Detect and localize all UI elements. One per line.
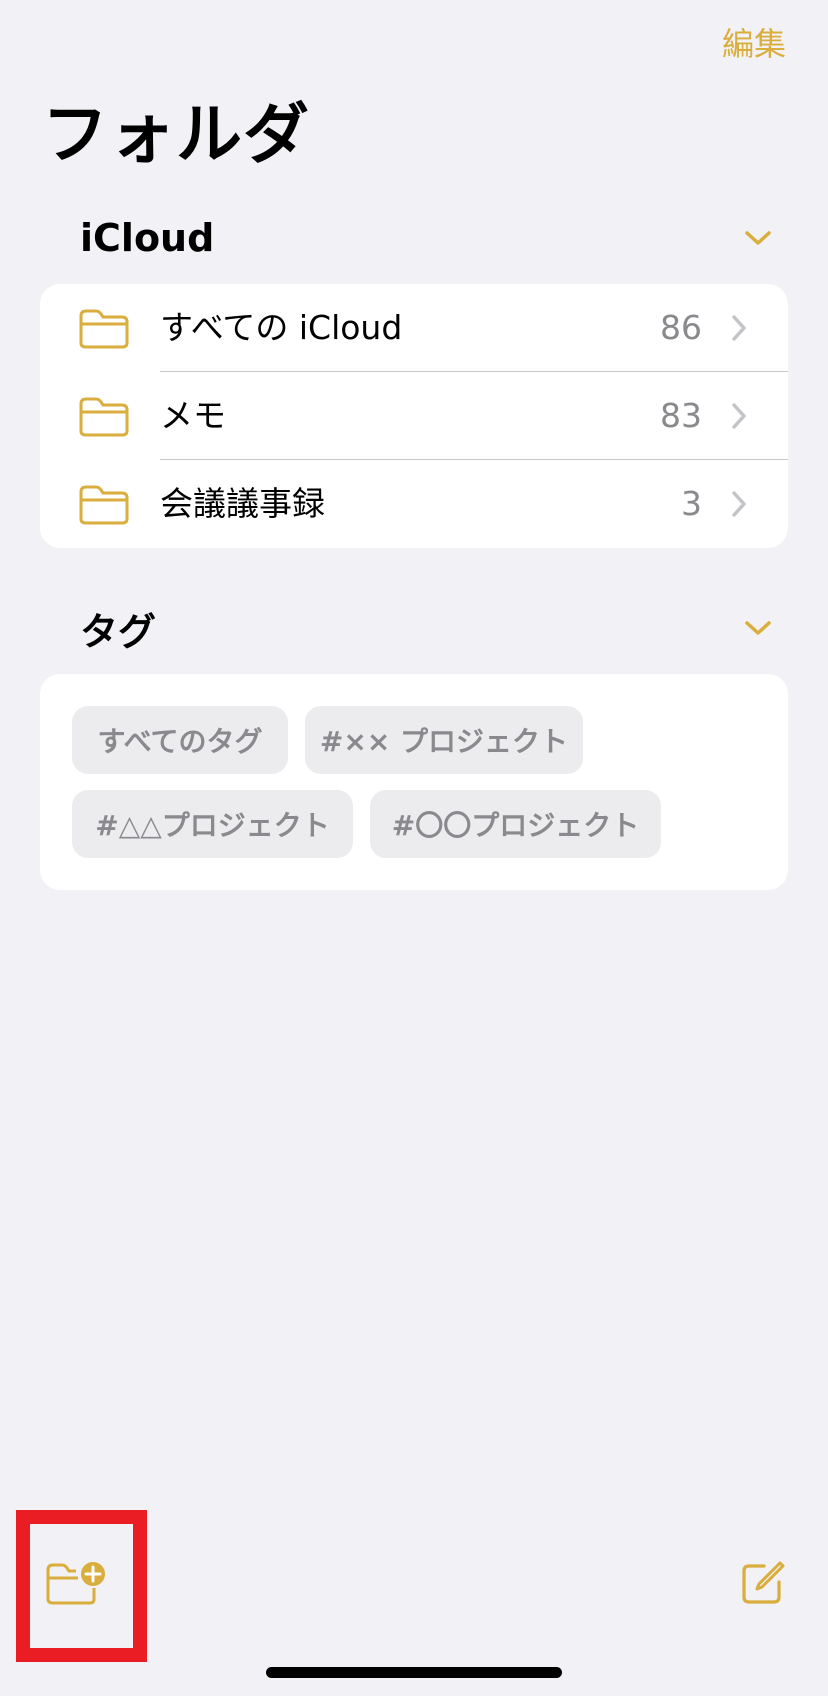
tag-chip[interactable]: #〇〇プロジェクト: [370, 790, 661, 858]
tags-section-label: タグ: [80, 609, 157, 654]
chevron-right-icon: [730, 314, 748, 342]
edit-button[interactable]: 編集: [722, 24, 786, 64]
chevron-right-icon: [730, 490, 748, 518]
compose-button[interactable]: [740, 1560, 786, 1606]
folder-row-all-icloud[interactable]: すべての iCloud 86: [40, 284, 788, 372]
folder-count: 83: [660, 396, 702, 435]
tags-section-header[interactable]: タグ: [80, 598, 788, 658]
folder-row-meeting-minutes[interactable]: 会議議事録 3: [40, 460, 788, 548]
chevron-right-icon: [730, 402, 748, 430]
chevron-down-icon[interactable]: [728, 598, 788, 658]
icloud-section-header[interactable]: iCloud: [80, 208, 788, 268]
icloud-section-label: iCloud: [80, 216, 215, 260]
page-title: フォルダ: [42, 96, 310, 173]
folder-count: 86: [660, 308, 702, 347]
tag-chip[interactable]: #△△プロジェクト: [72, 790, 353, 858]
folder-icon: [78, 484, 130, 526]
home-indicator[interactable]: [266, 1667, 562, 1678]
folder-icon: [78, 396, 130, 438]
folder-name: 会議議事録: [160, 484, 325, 523]
folder-icon: [78, 308, 130, 350]
chevron-down-icon[interactable]: [728, 208, 788, 268]
folder-count: 3: [681, 484, 702, 523]
tag-chip[interactable]: すべてのタグ: [72, 706, 288, 774]
tag-chip[interactable]: #×× プロジェクト: [305, 706, 583, 774]
folder-name: メモ: [160, 396, 226, 435]
compose-icon: [740, 1561, 786, 1609]
tags-card: すべてのタグ #×× プロジェクト #△△プロジェクト #〇〇プロジェクト: [40, 674, 788, 890]
highlight-box: [16, 1510, 147, 1662]
folder-name: すべての iCloud: [160, 308, 403, 347]
folder-list: すべての iCloud 86 メモ 83 会議議事録 3: [40, 284, 788, 548]
folder-row-notes[interactable]: メモ 83: [40, 372, 788, 460]
